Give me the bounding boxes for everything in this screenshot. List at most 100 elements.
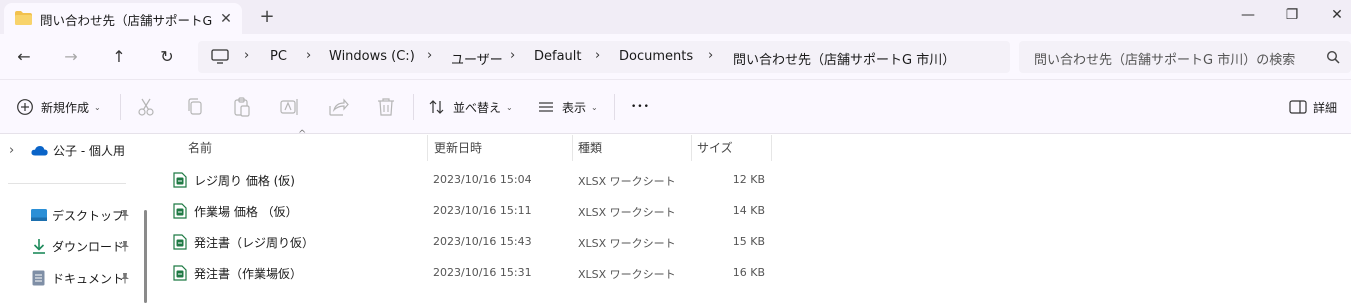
window-close-button[interactable]: ✕ [1324,4,1350,26]
tab-strip: 問い合わせ先（店舗サポートG 市 ✕ + — ❐ ✕ [0,0,1351,34]
file-modified: 2023/10/16 15:43 [433,235,532,248]
command-bar: 新規作成 ⌄ 並べ替え ⌄ 表示 ⌄ ••• 詳細 [0,80,1351,134]
sort-button[interactable]: 並べ替え ⌄ [428,94,513,120]
search-icon [1326,50,1340,64]
file-name: 作業場 価格 （仮） [194,205,298,219]
onedrive-icon [31,146,48,156]
share-icon[interactable] [327,96,349,118]
column-divider[interactable] [572,135,573,161]
documents-icon [32,270,45,286]
sort-button-label: 並べ替え [453,100,502,115]
details-pane-button[interactable]: 詳細 [1289,94,1337,120]
sort-ascending-icon: ^ [298,129,307,140]
computer-icon [211,49,229,64]
file-modified: 2023/10/16 15:11 [433,204,532,217]
address-row: ← → ↑ ↻ › PC › Windows (C:) › ユーザー › Def… [0,34,1351,80]
file-row[interactable]: 作業場 価格 （仮） 2023/10/16 15:11 XLSX ワークシート … [166,197,776,225]
navigation-pane: › 公子 - 個人用 デスクトップ ダウンロード ドキュメント [0,135,150,303]
file-size: 15 KB [732,235,765,248]
column-header-name[interactable]: 名前 [188,135,212,161]
minimize-button[interactable]: — [1235,4,1261,26]
breadcrumb-users[interactable]: ユーザー [451,49,503,68]
sidebar-item-label: ドキュメント [52,271,125,286]
column-divider[interactable] [771,135,772,161]
toolbar-divider [413,94,414,120]
file-row[interactable]: 発注書（作業場仮） 2023/10/16 15:31 XLSX ワークシート 1… [166,259,776,287]
breadcrumb-chevron-icon: › [427,48,433,63]
view-list-icon [539,102,553,112]
file-name: レジ周り 価格 (仮) [194,174,295,188]
breadcrumb-drive[interactable]: Windows (C:) [329,49,415,64]
column-header-type[interactable]: 種類 [578,135,602,161]
paste-icon[interactable] [231,96,253,118]
view-button[interactable]: 表示 ⌄ [537,94,598,120]
pin-icon[interactable] [120,240,130,252]
excel-file-icon [173,203,187,219]
delete-icon[interactable] [375,96,397,118]
view-button-label: 表示 [562,100,587,115]
desktop-icon [31,209,47,221]
excel-file-icon [173,234,187,250]
chevron-down-icon: ⌄ [94,102,101,112]
sidebar-scrollbar[interactable] [144,210,147,303]
rename-icon[interactable] [279,96,301,118]
file-name: 発注書（作業場仮） [194,267,303,281]
breadcrumb-default[interactable]: Default [534,49,582,64]
details-pane-label: 詳細 [1313,100,1338,115]
file-type: XLSX ワークシート [578,175,676,188]
breadcrumb-current-folder[interactable]: 問い合わせ先（店舗サポートG 市川） [733,49,955,68]
search-placeholder: 問い合わせ先（店舗サポートG 市川）の検索 [1034,53,1296,68]
column-header-modified[interactable]: 更新日時 [434,135,482,161]
file-type: XLSX ワークシート [578,268,676,281]
column-header-size[interactable]: サイズ [697,135,733,161]
file-size: 14 KB [732,204,765,217]
sidebar-item-label: 公子 - 個人用 [53,143,125,158]
new-button[interactable]: 新規作成 ⌄ [16,94,101,120]
column-divider[interactable] [427,135,428,161]
chevron-down-icon: ⌄ [591,102,598,112]
excel-file-icon [173,265,187,281]
breadcrumb-pc[interactable]: PC [270,49,287,64]
file-size: 16 KB [732,266,765,279]
address-bar[interactable]: › PC › Windows (C:) › ユーザー › Default › D… [198,41,1010,73]
tab-current-folder[interactable]: 問い合わせ先（店舗サポートG 市 ✕ [4,3,242,34]
up-button[interactable]: ↑ [106,45,132,69]
details-pane-icon [1289,100,1307,114]
tab-title: 問い合わせ先（店舗サポートG 市 [40,13,212,28]
copy-icon[interactable] [184,96,206,118]
sidebar-item-downloads[interactable]: ダウンロード [0,234,140,258]
sidebar-item-desktop[interactable]: デスクトップ [0,203,140,227]
breadcrumb-chevron-icon: › [306,48,312,63]
new-tab-button[interactable]: + [256,6,278,28]
cut-icon[interactable] [135,96,157,118]
chevron-down-icon: ⌄ [506,102,513,112]
back-button[interactable]: ← [11,45,37,69]
breadcrumb-documents[interactable]: Documents [619,49,693,64]
file-size: 12 KB [732,173,765,186]
column-divider[interactable] [691,135,692,161]
pin-icon[interactable] [120,272,130,284]
tab-close-icon[interactable]: ✕ [216,9,236,29]
search-input[interactable]: 問い合わせ先（店舗サポートG 市川）の検索 [1019,41,1351,73]
toolbar-divider [614,94,615,120]
restore-button[interactable]: ❐ [1279,4,1305,26]
forward-button[interactable]: → [58,45,84,69]
more-options-button[interactable]: ••• [631,94,650,120]
pin-icon[interactable] [120,209,130,221]
breadcrumb-chevron-icon: › [708,48,714,63]
refresh-button[interactable]: ↻ [154,45,180,69]
file-modified: 2023/10/16 15:04 [433,173,532,186]
folder-icon [15,11,32,25]
breadcrumb-chevron-icon: › [595,48,601,63]
sidebar-divider [8,183,126,184]
expand-chevron-icon[interactable]: › [9,143,14,158]
download-icon [33,239,45,254]
file-row[interactable]: レジ周り 価格 (仮) 2023/10/16 15:04 XLSX ワークシート… [166,166,776,194]
file-row[interactable]: 発注書（レジ周り仮） 2023/10/16 15:43 XLSX ワークシート … [166,228,776,256]
file-modified: 2023/10/16 15:31 [433,266,532,279]
sidebar-item-documents[interactable]: ドキュメント [0,266,140,290]
sort-icon [429,100,444,114]
sidebar-item-onedrive[interactable]: › 公子 - 個人用 [0,138,140,162]
file-type: XLSX ワークシート [578,206,676,219]
breadcrumb-chevron-icon: › [510,48,516,63]
